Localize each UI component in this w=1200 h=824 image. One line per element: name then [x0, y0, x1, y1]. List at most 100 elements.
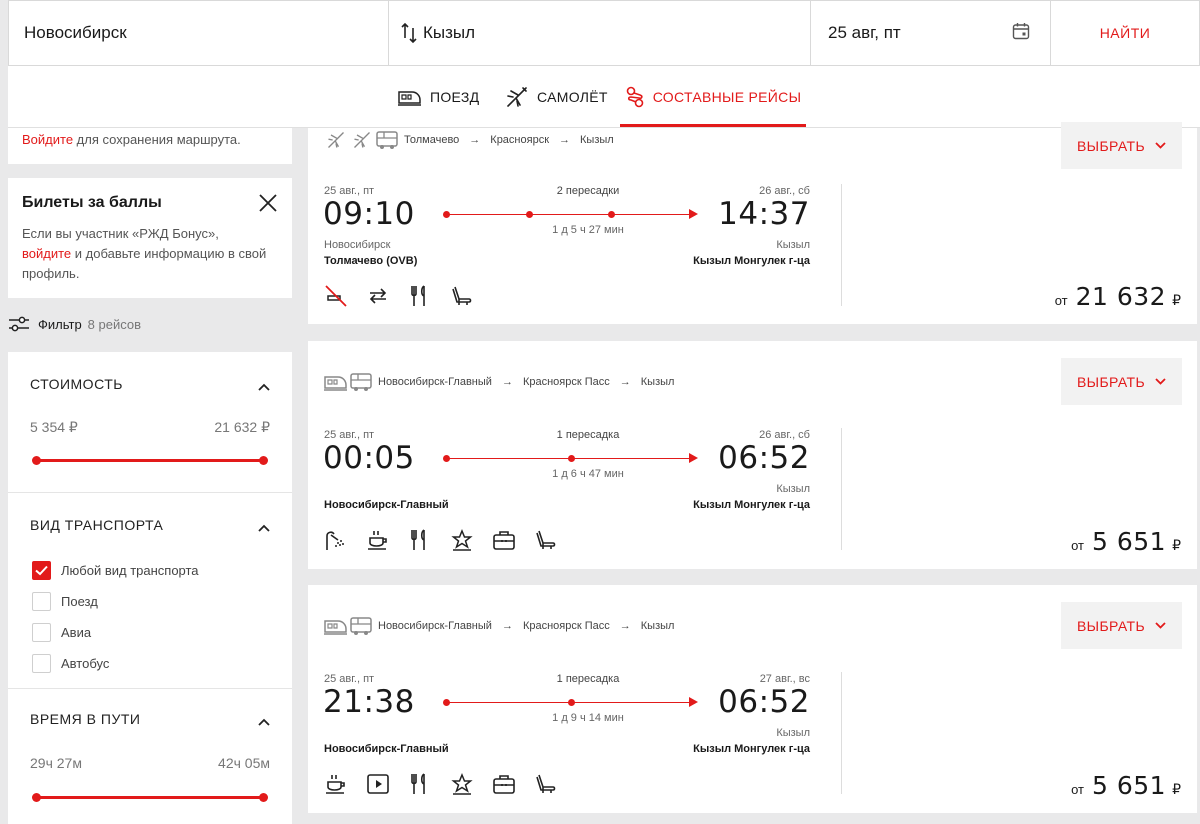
no-smoking-icon: [324, 284, 366, 308]
train-icon: [398, 91, 421, 106]
chevron-up-icon[interactable]: [258, 519, 270, 537]
duration-slider[interactable]: [32, 793, 268, 802]
price-prefix: от: [1054, 293, 1068, 308]
filter-panel: СТОИМОСТЬ 5 354 ₽ 21 632 ₽ ВИД ТРАНСПОРТ…: [8, 352, 292, 824]
transport-option-label: Поезд: [61, 594, 98, 609]
price: от 5 651 ₽: [1071, 527, 1181, 556]
route-stop: Красноярск: [490, 134, 550, 146]
login-link[interactable]: Войдите: [22, 132, 73, 147]
checkbox-checked[interactable]: [32, 561, 51, 580]
card-divider: [841, 428, 842, 550]
transport-option-label: Авиа: [61, 625, 92, 640]
plane-icon: [324, 130, 348, 150]
arrival-city: Кызыл: [776, 727, 810, 739]
filter-label: Фильтр: [38, 316, 82, 332]
checkbox[interactable]: [32, 592, 51, 611]
departure-time: 00:05: [323, 440, 415, 476]
transfer-icon: [366, 284, 408, 308]
arrival-time: 06:52: [718, 684, 810, 720]
select-label: ВЫБРАТЬ: [1076, 617, 1146, 634]
tea-icon: [324, 772, 366, 796]
price-slider[interactable]: [32, 456, 268, 465]
shower-icon: [324, 528, 366, 552]
route-line: [443, 453, 698, 463]
result-card: Новосибирск-Главный → Красноярск Пасс → Кы…: [308, 341, 1197, 569]
tab-plane[interactable]: САМОЛЁТ: [505, 66, 608, 128]
arrival-city: Кызыл: [776, 483, 810, 495]
price-filter-title: СТОИМОСТЬ: [30, 376, 123, 392]
filter-icon: [9, 316, 29, 332]
price-filter: СТОИМОСТЬ 5 354 ₽ 21 632 ₽: [8, 352, 292, 493]
tea-icon: [366, 528, 408, 552]
luggage-icon: [492, 528, 534, 552]
price-min: 5 354 ₽: [30, 419, 78, 435]
video-icon: [366, 772, 408, 796]
checkbox[interactable]: [32, 654, 51, 673]
train-icon: [324, 373, 348, 391]
duration-min: 29ч 27м: [30, 755, 82, 771]
plane-icon: [350, 130, 374, 150]
checkbox[interactable]: [32, 623, 51, 642]
date-field[interactable]: 25 авг, пт: [811, 1, 1051, 65]
bus-icon: [350, 616, 372, 636]
star-icon: [450, 772, 492, 796]
route-stop: Кызыл: [640, 376, 675, 388]
price-prefix: от: [1071, 782, 1084, 797]
transport-filter: ВИД ТРАНСПОРТА Любой вид транспорта Поез…: [8, 493, 292, 689]
price-max: 21 632 ₽: [214, 419, 270, 435]
to-field[interactable]: Кызыл: [389, 1, 811, 65]
route-line: [443, 697, 698, 707]
arrival-station: Кызыл Монгулек г-ца: [693, 743, 810, 755]
close-icon[interactable]: [258, 193, 278, 218]
arrival-time: 06:52: [718, 440, 810, 476]
duration: 1 д 5 ч 27 мин: [552, 224, 624, 236]
duration-filter-title: ВРЕМЯ В ПУТИ: [30, 711, 141, 727]
amenities: [324, 528, 576, 552]
currency: ₽: [1172, 292, 1181, 308]
select-button[interactable]: ВЫБРАТЬ: [1061, 122, 1182, 169]
filter-toggle[interactable]: Фильтр 8 рейсов: [8, 316, 141, 332]
select-button[interactable]: ВЫБРАТЬ: [1061, 602, 1182, 649]
result-card: Толмачево → Красноярск → Кызыл ВЫБРАТЬ 25 …: [308, 122, 1197, 324]
arrival-station: Кызыл Монгулек г-ца: [693, 255, 810, 267]
tab-train[interactable]: ПОЕЗД: [398, 66, 479, 128]
departure-time: 21:38: [323, 684, 415, 720]
departure-time: 09:10: [323, 196, 415, 232]
bonus-login-link[interactable]: войдите: [22, 246, 71, 261]
transfers: 1 пересадка: [556, 673, 620, 685]
tab-train-label: ПОЕЗД: [430, 89, 480, 105]
duration-max: 42ч 05м: [218, 755, 270, 771]
transport-option-bus[interactable]: Автобус: [32, 654, 109, 673]
arrival-station: Кызыл Монгулек г-ца: [693, 499, 810, 511]
from-field[interactable]: Новосибирск: [9, 1, 389, 65]
train-icon: [324, 617, 348, 635]
arrival-time: 14:37: [718, 196, 810, 232]
duration-filter: ВРЕМЯ В ПУТИ 29ч 27м 42ч 05м: [8, 689, 292, 824]
transport-option-label: Автобус: [61, 656, 110, 671]
transport-option-air[interactable]: Авиа: [32, 623, 91, 642]
currency: ₽: [1172, 537, 1181, 553]
save-route-hint: Войдите для сохранения маршрута.: [8, 128, 292, 164]
transport-option-any[interactable]: Любой вид транспорта: [32, 561, 199, 580]
price: от 5 651 ₽: [1071, 771, 1181, 800]
bonus-title: Билеты за баллы: [22, 194, 162, 211]
food-icon: [408, 528, 450, 552]
route-line: [443, 209, 698, 219]
search-bar: Новосибирск Кызыл 25 авг, пт НАЙТИ: [8, 0, 1200, 66]
transport-option-train[interactable]: Поезд: [32, 592, 98, 611]
route-stop: Новосибирск-Главный: [378, 620, 492, 632]
find-button[interactable]: НАЙТИ: [1051, 1, 1199, 65]
luggage-icon: [492, 772, 534, 796]
bonus-text: Если вы участник «РЖД Бонус», войдите и д…: [22, 224, 278, 284]
chevron-up-icon[interactable]: [258, 378, 270, 396]
star-icon: [450, 528, 492, 552]
to-value: Кызыл: [423, 23, 476, 42]
chevron-up-icon[interactable]: [258, 713, 270, 731]
tab-combined[interactable]: СОСТАВНЫЕ РЕЙСЫ: [620, 66, 806, 128]
chevron-down-icon: [1155, 142, 1166, 149]
swap-icon[interactable]: [401, 22, 417, 44]
plane-icon: [507, 87, 527, 107]
calendar-icon[interactable]: [1012, 22, 1030, 45]
select-button[interactable]: ВЫБРАТЬ: [1061, 358, 1182, 405]
price: от 21 632 ₽: [1055, 282, 1181, 311]
